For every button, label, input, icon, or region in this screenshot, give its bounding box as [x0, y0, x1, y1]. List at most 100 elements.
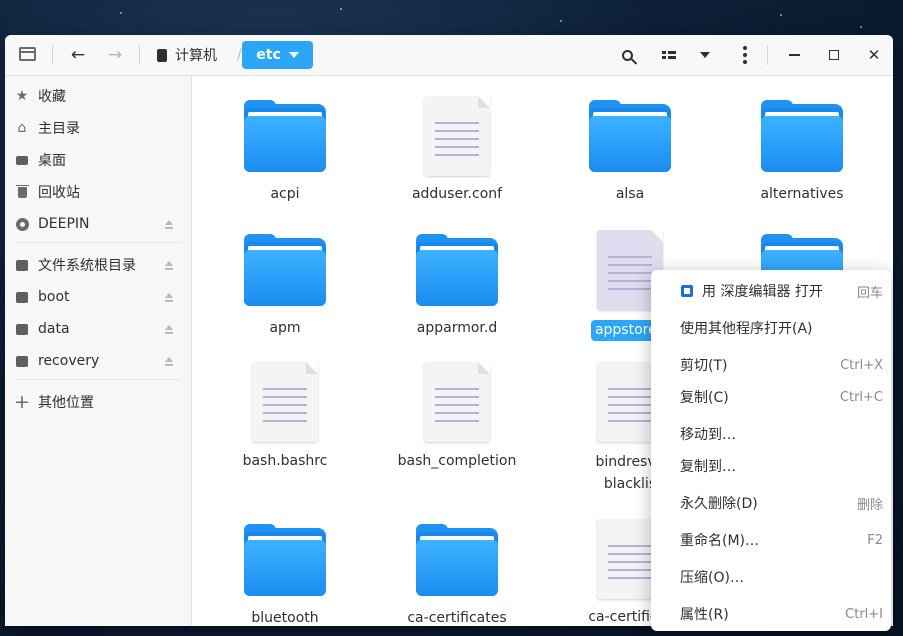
file-item-folder[interactable]: alternatives — [727, 100, 877, 205]
context-menu: 用 深度编辑器 打开 回车 使用其他程序打开(A) 剪切(T) Ctrl+X 复… — [651, 270, 891, 631]
eject-icon[interactable] — [165, 220, 173, 229]
menu-item-shortcut: F2 — [867, 532, 883, 548]
file-manager-app-icon[interactable] — [19, 47, 36, 61]
file-name: bash.bashrc — [242, 453, 328, 469]
breadcrumb-computer[interactable]: 计算机 — [157, 43, 217, 67]
disk-icon — [15, 354, 29, 368]
text-file-icon — [424, 96, 490, 176]
menu-item-label: 压缩(O)… — [680, 570, 744, 586]
menu-item-label: 移动到… — [680, 427, 736, 443]
sidebar-divider — [15, 242, 181, 243]
computer-drive-icon — [157, 48, 167, 62]
menu-item-copy-to[interactable]: 复制到… — [651, 452, 891, 480]
folder-icon — [244, 234, 326, 306]
file-name: bluetooth — [251, 610, 319, 626]
star-dot — [780, 14, 782, 16]
maximize-icon — [829, 50, 839, 60]
file-name: apparmor.d — [416, 320, 498, 336]
menu-item-label: 重命名(M)… — [680, 533, 760, 549]
sidebar-item-label: boot — [38, 289, 70, 305]
sidebar-item-label: recovery — [38, 353, 100, 369]
sidebar-item-root[interactable]: 文件系统根目录 — [5, 251, 191, 279]
sidebar-item-desktop[interactable]: 桌面 — [5, 146, 191, 174]
sidebar-item-label: 文件系统根目录 — [38, 258, 136, 274]
file-item-folder[interactable]: bluetooth — [210, 524, 360, 626]
menu-item-shortcut: 删除 — [856, 497, 883, 513]
sidebar-item-other-locations[interactable]: + 其他位置 — [5, 388, 191, 416]
menu-item-cut[interactable]: 剪切(T) Ctrl+X — [651, 351, 891, 379]
text-file-icon — [424, 362, 490, 442]
sidebar-item-favorites[interactable]: ★ 收藏 — [5, 82, 191, 110]
titlebar: ← → 计算机 / etc ✕ — [5, 35, 893, 76]
sidebar-item-data[interactable]: data — [5, 315, 191, 343]
sidebar-divider — [15, 379, 181, 380]
file-item-document[interactable]: bash_completion — [382, 362, 532, 472]
view-options-dropdown[interactable] — [691, 43, 719, 67]
menu-item-delete-permanently[interactable]: 永久删除(D) 删除 — [651, 489, 891, 517]
menu-item-move-to[interactable]: 移动到… — [651, 420, 891, 448]
chevron-down-icon — [288, 52, 299, 58]
menu-item-compress[interactable]: 压缩(O)… — [651, 563, 891, 591]
eject-icon[interactable] — [165, 357, 173, 366]
file-item-folder[interactable]: alsa — [555, 100, 705, 205]
menu-item-shortcut: Ctrl+X — [840, 357, 883, 373]
file-item-folder[interactable]: acpi — [210, 100, 360, 205]
file-item-document[interactable]: bash.bashrc — [210, 362, 360, 472]
chevron-down-icon — [700, 52, 710, 58]
menu-item-copy[interactable]: 复制(C) Ctrl+C — [651, 383, 891, 411]
forward-button[interactable]: → — [102, 43, 128, 67]
sidebar-item-label: 收藏 — [38, 89, 66, 105]
close-button[interactable]: ✕ — [860, 43, 888, 67]
menu-item-rename[interactable]: 重命名(M)… F2 — [651, 526, 891, 554]
menu-item-shortcut: Ctrl+C — [839, 389, 883, 405]
eject-icon[interactable] — [165, 261, 173, 270]
divider — [139, 45, 140, 65]
maximize-button[interactable] — [820, 43, 848, 67]
search-icon — [621, 49, 633, 61]
file-name: apm — [269, 320, 301, 336]
menu-item-label: 复制(C) — [680, 390, 729, 406]
desktop-icon — [15, 153, 29, 167]
view-mode-button[interactable] — [655, 43, 683, 67]
sidebar-item-label: data — [38, 321, 70, 337]
trash-icon — [15, 184, 29, 199]
star-dot — [860, 26, 862, 28]
file-name: ca-certificates — [407, 610, 507, 626]
sidebar-item-trash[interactable]: 回收站 — [5, 178, 191, 206]
sidebar-item-label: 桌面 — [38, 153, 66, 169]
divider — [52, 45, 53, 65]
sidebar-item-label: 回收站 — [38, 185, 80, 201]
list-view-icon — [662, 51, 676, 59]
sidebar-item-recovery[interactable]: recovery — [5, 347, 191, 375]
eject-icon[interactable] — [165, 325, 173, 334]
breadcrumb-current[interactable]: etc — [242, 41, 313, 69]
file-item-folder[interactable]: apm — [210, 234, 360, 339]
sidebar-item-label: DEEPIN — [38, 216, 90, 232]
search-button[interactable] — [613, 43, 641, 67]
minimize-button[interactable] — [780, 43, 808, 67]
folder-icon — [761, 100, 843, 172]
menu-item-label: 使用其他程序打开(A) — [680, 321, 813, 337]
back-button[interactable]: ← — [65, 43, 91, 67]
folder-icon — [589, 100, 671, 172]
menu-item-open-with-editor[interactable]: 用 深度编辑器 打开 回车 — [651, 277, 891, 305]
menu-item-shortcut: 回车 — [856, 285, 883, 301]
menu-item-properties[interactable]: 属性(R) Ctrl+I — [651, 600, 891, 628]
file-item-folder[interactable]: apparmor.d — [382, 234, 532, 339]
eject-icon[interactable] — [165, 293, 173, 302]
menu-item-label: 用 深度编辑器 打开 — [702, 284, 823, 300]
breadcrumb-computer-label: 计算机 — [175, 48, 217, 64]
menu-item-label: 永久删除(D) — [680, 496, 758, 512]
file-name: bash_completion — [397, 453, 517, 469]
breadcrumb-separator: / — [237, 47, 242, 63]
minimize-icon — [788, 54, 800, 56]
file-item-folder[interactable]: ca-certificates — [382, 524, 532, 626]
main-menu-button[interactable] — [731, 43, 759, 67]
sidebar-item-home[interactable]: ⌂ 主目录 — [5, 114, 191, 142]
menu-item-open-with-other[interactable]: 使用其他程序打开(A) — [651, 314, 891, 342]
file-item-document[interactable]: adduser.conf — [382, 96, 532, 205]
sidebar-item-boot[interactable]: boot — [5, 283, 191, 311]
sidebar-item-label: 其他位置 — [38, 395, 94, 411]
sidebar-item-deepin[interactable]: DEEPIN — [5, 210, 191, 238]
folder-icon — [244, 100, 326, 172]
